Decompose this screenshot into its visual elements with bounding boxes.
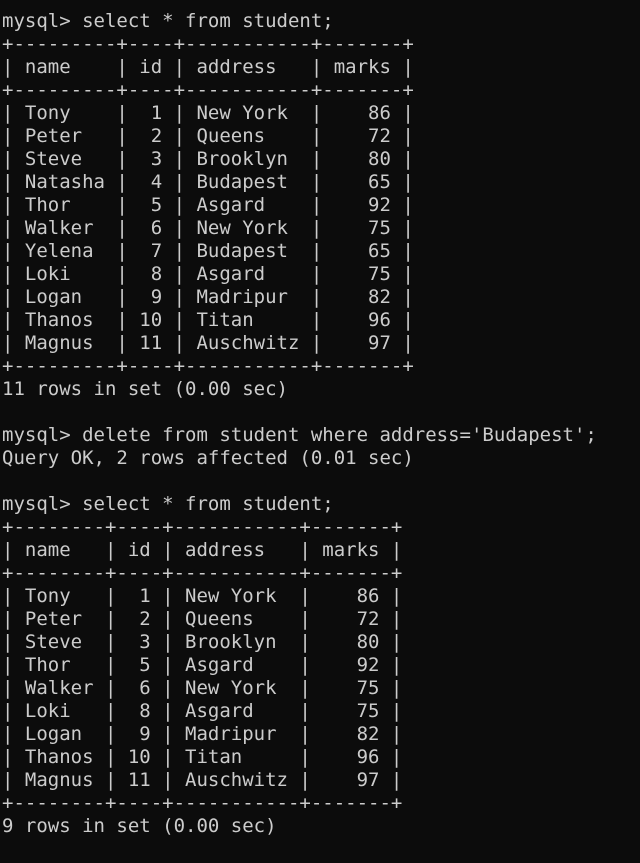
table-row: | Loki | 8 | Asgard | 75 | (2, 263, 414, 285)
table-row: | Loki | 8 | Asgard | 75 | (2, 700, 403, 722)
table-row: | Steve | 3 | Brooklyn | 80 | (2, 631, 403, 653)
table-row: | Thor | 5 | Asgard | 92 | (2, 194, 414, 216)
table-row: | Tony | 1 | New York | 86 | (2, 585, 403, 607)
table-border: +--------+----+-----------+-------+ (2, 792, 403, 814)
prompt-line: mysql> select * from student; (2, 493, 334, 515)
query-result: Query OK, 2 rows affected (0.01 sec) (2, 447, 414, 469)
table-row: | Thanos | 10 | Titan | 96 | (2, 746, 403, 768)
table-row: | Logan | 9 | Madripur | 82 | (2, 286, 414, 308)
table-header: | name | id | address | marks | (2, 539, 403, 561)
table-row: | Magnus | 11 | Auschwitz | 97 | (2, 332, 414, 354)
table-row: | Peter | 2 | Queens | 72 | (2, 125, 414, 147)
table-header: | name | id | address | marks | (2, 56, 414, 78)
terminal-output[interactable]: mysql> select * from student; +---------… (0, 0, 640, 863)
table-row: | Walker | 6 | New York | 75 | (2, 677, 403, 699)
table-row: | Natasha | 4 | Budapest | 65 | (2, 171, 414, 193)
table-border: +---------+----+-----------+-------+ (2, 355, 414, 377)
table-row: | Steve | 3 | Brooklyn | 80 | (2, 148, 414, 170)
result-summary: 9 rows in set (0.00 sec) (2, 815, 277, 837)
table-row: | Walker | 6 | New York | 75 | (2, 217, 414, 239)
table-row: | Logan | 9 | Madripur | 82 | (2, 723, 403, 745)
table-row: | Tony | 1 | New York | 86 | (2, 102, 414, 124)
table-border: +--------+----+-----------+-------+ (2, 562, 403, 584)
table-border: +---------+----+-----------+-------+ (2, 33, 414, 55)
table-row: | Thor | 5 | Asgard | 92 | (2, 654, 403, 676)
table-border: +---------+----+-----------+-------+ (2, 79, 414, 101)
result-summary: 11 rows in set (0.00 sec) (2, 378, 288, 400)
table-row: | Thanos | 10 | Titan | 96 | (2, 309, 414, 331)
table-row: | Peter | 2 | Queens | 72 | (2, 608, 403, 630)
table-row: | Yelena | 7 | Budapest | 65 | (2, 240, 414, 262)
prompt-line: mysql> select * from student; (2, 10, 334, 32)
table-row: | Magnus | 11 | Auschwitz | 97 | (2, 769, 403, 791)
prompt-line: mysql> delete from student where address… (2, 424, 597, 446)
table-border: +--------+----+-----------+-------+ (2, 516, 403, 538)
